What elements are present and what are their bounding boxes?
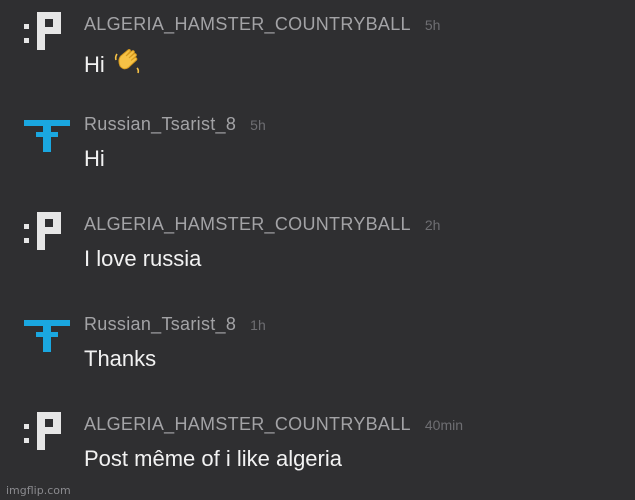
timestamp: 40min (424, 417, 464, 433)
message-body: Hi (84, 52, 105, 77)
message-body: I love russia (84, 246, 202, 271)
message-body: Hi (84, 146, 105, 171)
algeria-flair-icon[interactable] (24, 10, 70, 56)
message-text: I love russia (84, 246, 201, 272)
message-body: Post même of i like algeria (84, 446, 342, 471)
username[interactable]: ALGERIA_HAMSTER_COUNTRYBALL 2h (84, 214, 440, 235)
username-text[interactable]: ALGERIA_HAMSTER_COUNTRYBALL (84, 214, 411, 234)
message-text: Hi (84, 146, 105, 172)
username-text[interactable]: Russian_Tsarist_8 (84, 114, 236, 134)
chat-message: Russian_Tsarist_8 5h Hi (0, 100, 635, 200)
username[interactable]: ALGERIA_HAMSTER_COUNTRYBALL 5h (84, 14, 440, 35)
timestamp: 5h (250, 117, 266, 133)
username[interactable]: Russian_Tsarist_8 5h (84, 114, 266, 135)
username-text[interactable]: Russian_Tsarist_8 (84, 314, 236, 334)
username[interactable]: ALGERIA_HAMSTER_COUNTRYBALL 40min (84, 414, 463, 435)
chat-message: Russian_Tsarist_8 1h Thanks (0, 300, 635, 400)
username-text[interactable]: ALGERIA_HAMSTER_COUNTRYBALL (84, 414, 411, 434)
username-text[interactable]: ALGERIA_HAMSTER_COUNTRYBALL (84, 14, 411, 34)
timestamp: 1h (250, 317, 266, 333)
imgflip-watermark: imgflip.com (6, 484, 71, 497)
message-text: Hi (84, 46, 143, 82)
chat-message: ALGERIA_HAMSTER_COUNTRYBALL 40min Post mê… (0, 400, 635, 500)
message-text: Post même of i like algeria (84, 446, 342, 472)
russian-flair-icon[interactable] (24, 110, 70, 156)
chat-message: ALGERIA_HAMSTER_COUNTRYBALL 5h Hi (0, 0, 635, 100)
waving-hand-emoji (113, 46, 143, 82)
algeria-flair-icon[interactable] (24, 210, 70, 256)
username[interactable]: Russian_Tsarist_8 1h (84, 314, 266, 335)
message-body: Thanks (84, 346, 157, 371)
russian-flair-icon[interactable] (24, 310, 70, 356)
message-text: Thanks (84, 346, 156, 372)
algeria-flair-icon[interactable] (24, 410, 70, 456)
timestamp: 5h (424, 17, 441, 33)
chat-message: ALGERIA_HAMSTER_COUNTRYBALL 2h I love rus… (0, 200, 635, 300)
timestamp: 2h (424, 217, 441, 233)
